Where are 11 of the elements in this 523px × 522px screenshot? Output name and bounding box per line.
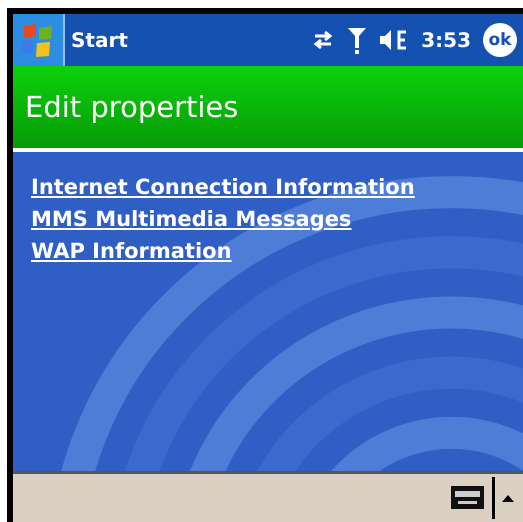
settings-link[interactable]: Internet Connection Information xyxy=(31,176,415,200)
up-arrow-icon[interactable] xyxy=(501,493,515,503)
page-title: Edit properties xyxy=(25,90,238,124)
start-label[interactable]: Start xyxy=(71,28,128,52)
start-button[interactable] xyxy=(13,14,65,66)
antenna-icon[interactable] xyxy=(347,26,368,54)
keyboard-icon[interactable] xyxy=(450,485,486,511)
settings-link[interactable]: WAP Information xyxy=(31,240,232,264)
clock-time[interactable]: 3:53 xyxy=(421,28,471,52)
settings-link[interactable]: MMS Multimedia Messages xyxy=(31,208,352,232)
ok-button[interactable]: ok xyxy=(483,23,517,57)
